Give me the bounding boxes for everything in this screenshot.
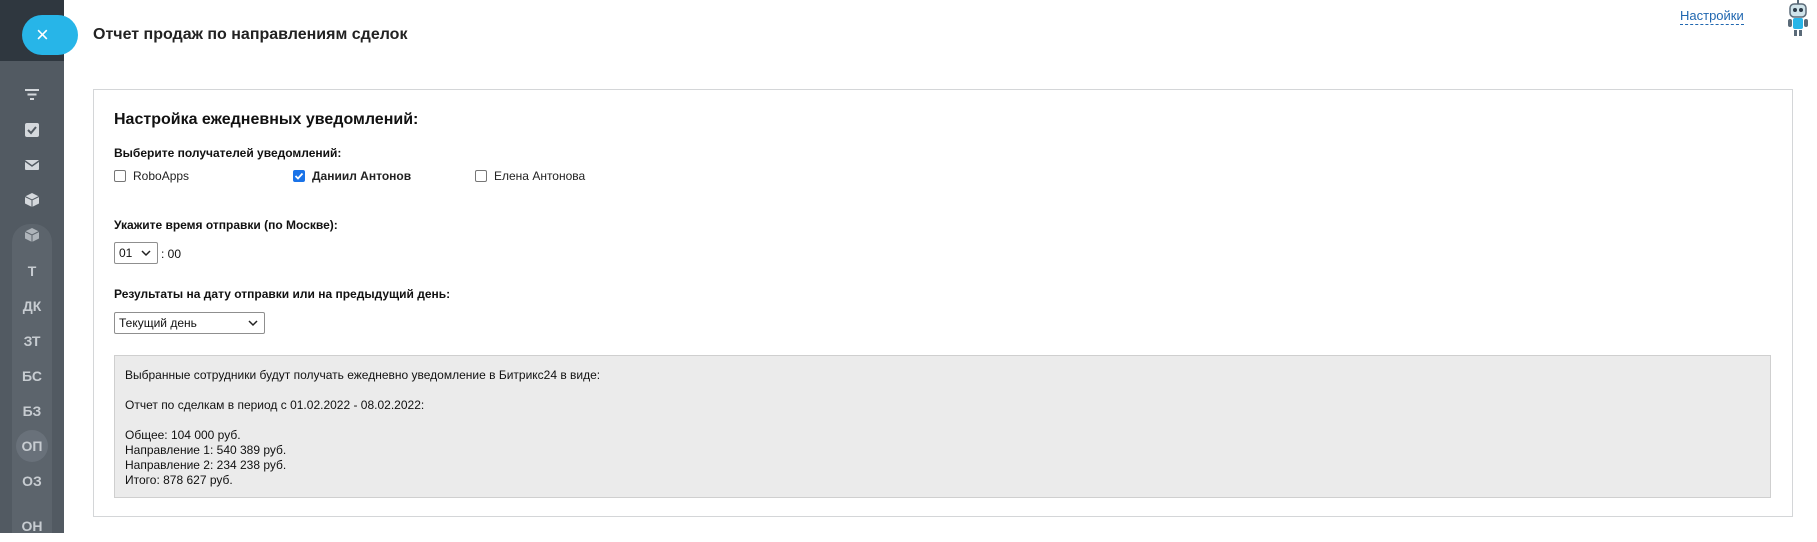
time-label: Укажите время отправки (по Москве): — [114, 218, 338, 232]
sidebar-item-dk[interactable]: ДК — [12, 290, 52, 322]
sidebar-item-label: БС — [22, 368, 42, 384]
sidebar-item-bz[interactable]: БЗ — [12, 395, 52, 427]
checkmark-icon — [294, 172, 304, 180]
checkbox-icon[interactable] — [12, 114, 52, 146]
sidebar-item-label: ДК — [22, 298, 42, 314]
notification-preview: Выбранные сотрудники будут получать ежед… — [114, 355, 1771, 498]
chevron-down-icon — [141, 250, 151, 257]
close-button[interactable]: × — [22, 15, 78, 55]
checkbox-checked[interactable] — [293, 170, 305, 182]
sidebar-item-oz[interactable]: ОЗ — [12, 465, 52, 497]
chevron-down-icon — [248, 320, 258, 327]
checkbox-unchecked[interactable] — [475, 170, 487, 182]
minutes-value: : 00 — [161, 247, 182, 261]
section-title: Настройка ежедневных уведомлений: — [114, 111, 419, 128]
checkbox-unchecked[interactable] — [114, 170, 126, 182]
recipient-label: Елена Антонова — [494, 169, 586, 183]
hour-select-value: 01 — [119, 246, 133, 260]
preview-line: Итого: 878 627 руб. — [125, 473, 233, 487]
recipient-checkbox-daniil[interactable]: Даниил Антонов — [293, 169, 411, 183]
recipient-checkbox-elena[interactable]: Елена Антонова — [475, 169, 585, 183]
sidebar-item-on[interactable]: ОН — [12, 510, 52, 542]
close-icon: × — [36, 22, 49, 47]
sidebar-item-t[interactable]: Т — [12, 255, 52, 287]
sidebar-item-label: ЗТ — [23, 333, 41, 349]
sidebar-item-op[interactable]: ОП — [12, 430, 52, 462]
page-title: Отчет продаж по направлениям сделок — [93, 26, 408, 43]
preview-line: Направление 1: 540 389 руб. — [125, 443, 287, 457]
recipients-label: Выберите получателей уведомлений: — [114, 146, 342, 160]
hour-select[interactable]: 01 — [114, 242, 158, 264]
date-label: Результаты на дату отправки или на преды… — [114, 287, 451, 301]
preview-line: Направление 2: 234 238 руб. — [125, 458, 287, 472]
filter-icon[interactable] — [12, 79, 52, 111]
preview-intro: Выбранные сотрудники будут получать ежед… — [125, 368, 601, 382]
date-select-value: Текущий день — [119, 316, 197, 330]
sidebar-item-label: ОЗ — [22, 473, 42, 489]
settings-link[interactable]: Настройки — [1680, 8, 1744, 25]
preview-period: Отчет по сделкам в период с 01.02.2022 -… — [125, 398, 425, 412]
box-icon[interactable] — [12, 184, 52, 216]
preview-line: Общее: 104 000 руб. — [125, 428, 241, 442]
date-select[interactable]: Текущий день — [114, 312, 265, 334]
sidebar-item-label: ОН — [21, 518, 43, 534]
sidebar-item-zt[interactable]: ЗТ — [12, 325, 52, 357]
notification-settings-panel: Настройка ежедневных уведомлений: Выбери… — [93, 89, 1793, 517]
sidebar-item-label: ОП — [21, 438, 43, 454]
sidebar-item-label: БЗ — [22, 403, 42, 419]
left-sidebar: Т ДК ЗТ БС БЗ ОП ОЗ ОН — [0, 0, 64, 534]
sidebar-item-bs[interactable]: БС — [12, 360, 52, 392]
sidebar-item-label: Т — [27, 263, 37, 279]
recipient-label: RoboApps — [133, 169, 190, 183]
mail-icon[interactable] — [12, 149, 52, 181]
box-icon[interactable] — [12, 219, 52, 251]
recipient-label: Даниил Антонов — [312, 169, 412, 183]
recipient-checkbox-roboapps[interactable]: RoboApps — [114, 169, 189, 183]
robot-icon[interactable] — [1786, 0, 1810, 38]
